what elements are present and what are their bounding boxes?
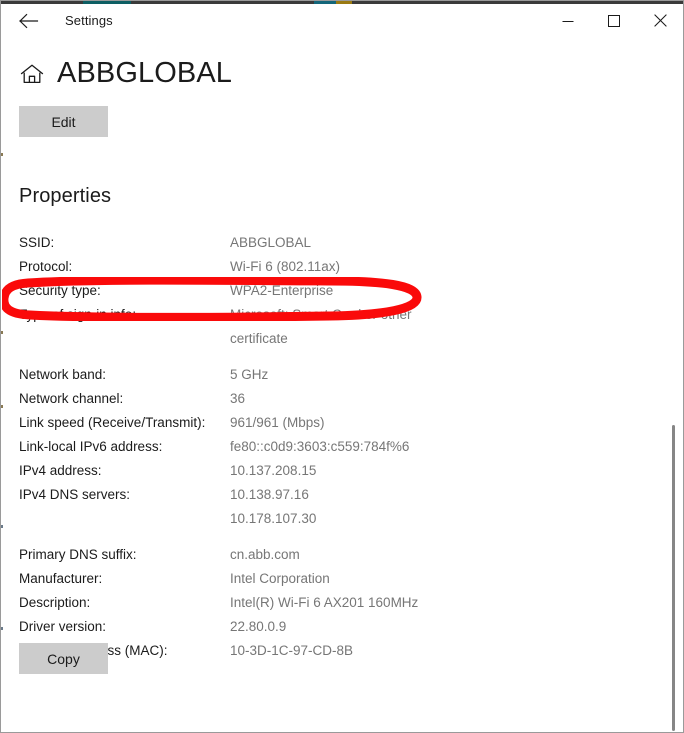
property-value: 5 GHz bbox=[230, 367, 269, 382]
property-label: Manufacturer: bbox=[19, 571, 103, 586]
property-label: Primary DNS suffix: bbox=[19, 547, 137, 562]
property-row: Driver version: 22.80.0.9 bbox=[19, 615, 639, 639]
property-row: IPv4 address: 10.137.208.15 bbox=[19, 459, 639, 483]
edge-artifact bbox=[1, 627, 3, 630]
edge-artifact bbox=[1, 153, 3, 156]
back-button[interactable] bbox=[10, 5, 48, 36]
property-value: ABBGLOBAL bbox=[230, 235, 312, 250]
window-controls bbox=[545, 4, 683, 37]
property-value: 961/961 (Mbps) bbox=[230, 415, 325, 430]
edge-artifact bbox=[1, 525, 3, 528]
property-label: Network channel: bbox=[19, 391, 124, 406]
property-value: Intel Corporation bbox=[230, 571, 330, 586]
settings-window: Settings ABBGLOBAL Edit Properties SSID:… bbox=[0, 0, 684, 733]
property-value: 10.138.97.16 10.178.107.30 bbox=[230, 487, 317, 526]
home-icon bbox=[20, 64, 44, 83]
property-value: 10.137.208.15 bbox=[230, 463, 317, 478]
property-row: Network channel: 36 bbox=[19, 387, 639, 411]
property-row: Primary DNS suffix: cn.abb.com bbox=[19, 543, 639, 567]
property-label: Link-local IPv6 address: bbox=[19, 439, 163, 454]
property-label: Network band: bbox=[19, 367, 107, 382]
copy-button[interactable]: Copy bbox=[19, 643, 108, 674]
property-row: SSID: ABBGLOBAL bbox=[19, 231, 639, 255]
properties-list: SSID: ABBGLOBAL Protocol: Wi-Fi 6 (802.11ax… bbox=[19, 231, 639, 663]
property-label: Protocol: bbox=[19, 259, 73, 274]
property-value: cn.abb.com bbox=[230, 547, 300, 562]
property-value: fe80::c0d9:3603:c559:784f%6 bbox=[230, 439, 410, 454]
property-row: Protocol: Wi-Fi 6 (802.11ax) bbox=[19, 255, 639, 279]
settings-page-content: ABBGLOBAL Edit Properties SSID: ABBGLOBAL… bbox=[2, 37, 683, 732]
property-label: Driver version: bbox=[19, 619, 107, 634]
page-header: ABBGLOBAL bbox=[19, 57, 232, 90]
window-title: Settings bbox=[65, 13, 113, 28]
property-value: Intel(R) Wi-Fi 6 AX201 160MHz bbox=[230, 595, 419, 610]
edit-button[interactable]: Edit bbox=[19, 106, 108, 137]
property-label: IPv4 DNS servers: bbox=[19, 487, 131, 502]
property-row: Description: Intel(R) Wi-Fi 6 AX201 160MH… bbox=[19, 591, 639, 615]
properties-heading: Properties bbox=[19, 185, 112, 207]
property-label: Security type: bbox=[19, 283, 101, 298]
property-label: SSID: bbox=[19, 235, 55, 250]
property-row: Physical address (MAC):10-3D-1C-97-CD-8B bbox=[19, 639, 639, 663]
property-row: Security type: WPA2-Enterprise bbox=[19, 279, 639, 303]
property-label: Type of sign-in info: bbox=[19, 307, 137, 322]
vertical-scrollbar[interactable] bbox=[667, 37, 681, 732]
property-value: Microsoft: Smart Card or other certifica… bbox=[230, 307, 412, 346]
edge-artifact bbox=[1, 405, 3, 408]
property-row: Type of sign-in info: Microsoft: Smart Ca… bbox=[19, 303, 639, 351]
property-row: IPv4 DNS servers: 10.138.97.16 10.178.107… bbox=[19, 483, 639, 531]
page-title: ABBGLOBAL bbox=[57, 57, 232, 89]
minimize-button[interactable] bbox=[545, 4, 591, 37]
property-value: WPA2-Enterprise bbox=[230, 283, 334, 298]
property-value: 36 bbox=[230, 391, 246, 406]
property-row: Link-local IPv6 address: fe80::c0d9:3603:… bbox=[19, 435, 639, 459]
maximize-icon bbox=[608, 14, 620, 27]
edge-artifact bbox=[1, 331, 3, 334]
scrollbar-thumb[interactable] bbox=[672, 425, 675, 731]
capture-artifact-strip bbox=[1, 1, 683, 4]
property-row: Network band: 5 GHz bbox=[19, 363, 639, 387]
property-value: Wi-Fi 6 (802.11ax) bbox=[230, 259, 341, 274]
close-button[interactable] bbox=[637, 4, 683, 37]
property-label: IPv4 address: bbox=[19, 463, 102, 478]
property-label: Link speed (Receive/Transmit): bbox=[19, 415, 206, 430]
property-row: Manufacturer: Intel Corporation bbox=[19, 567, 639, 591]
property-value: 10-3D-1C-97-CD-8B bbox=[230, 643, 354, 658]
property-value: 22.80.0.9 bbox=[230, 619, 287, 634]
property-row: Link speed (Receive/Transmit): 961/961 (M… bbox=[19, 411, 639, 435]
title-bar: Settings bbox=[2, 4, 683, 37]
minimize-icon bbox=[562, 20, 574, 22]
property-label: Description: bbox=[19, 595, 91, 610]
back-arrow-icon bbox=[19, 13, 39, 28]
close-icon bbox=[653, 14, 667, 27]
maximize-button[interactable] bbox=[591, 4, 637, 37]
